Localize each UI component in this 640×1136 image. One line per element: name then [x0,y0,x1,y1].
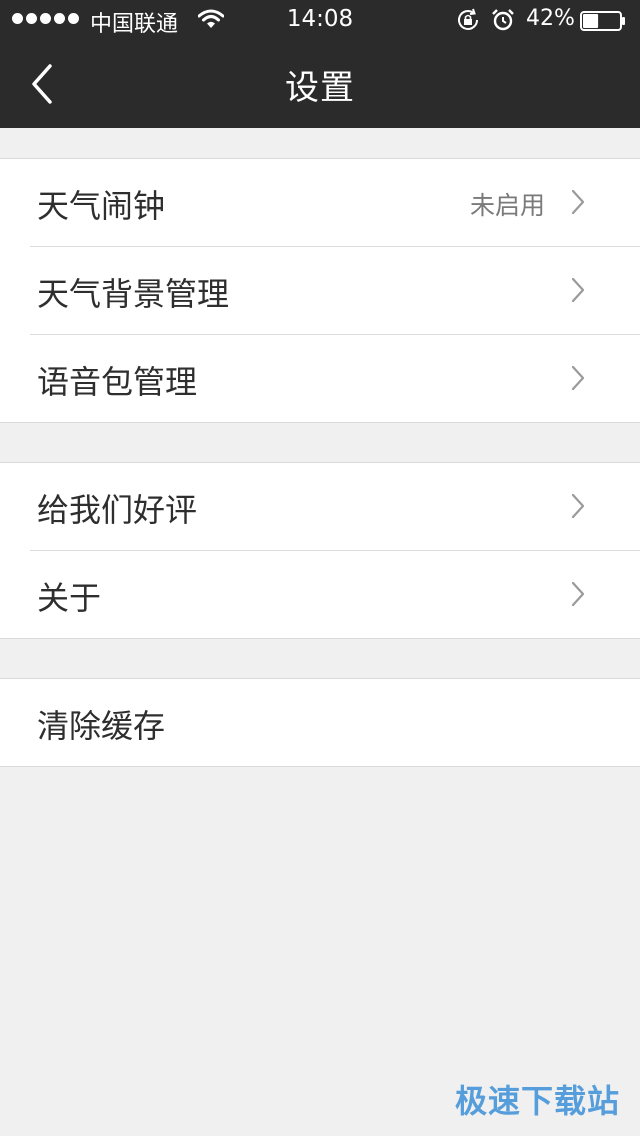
chevron-right-icon [571,189,585,215]
row-label: 给我们好评 [37,491,198,529]
row-label: 关于 [37,579,102,617]
settings-group-3: 清除缓存 [0,678,640,767]
settings-group-1: 天气闹钟 未启用 天气背景管理 语音包管理 [0,158,640,423]
chevron-right-icon [571,493,585,519]
row-about[interactable]: 关于 [30,550,640,638]
battery-percent: 42% [526,6,575,31]
row-label: 天气闹钟 [37,187,166,225]
page-title: 设置 [285,68,355,108]
row-clear-cache[interactable]: 清除缓存 [0,679,640,766]
chevron-right-icon [571,277,585,303]
row-weather-alarm[interactable]: 天气闹钟 未启用 [0,159,640,246]
battery-icon [580,11,625,31]
row-label: 清除缓存 [37,707,166,745]
row-rate-us[interactable]: 给我们好评 [0,463,640,550]
row-label: 语音包管理 [37,363,198,401]
row-voice-pack[interactable]: 语音包管理 [30,334,640,422]
watermark: 极速下载站 [454,1082,620,1120]
top-bar: 中国联通 14:08 42% 设置 [0,0,640,128]
rotation-lock-icon [456,8,480,38]
row-weather-background[interactable]: 天气背景管理 [30,246,640,334]
chevron-right-icon [571,365,585,391]
row-label: 天气背景管理 [37,275,230,313]
settings-group-2: 给我们好评 关于 [0,462,640,639]
status-bar: 中国联通 14:08 42% [0,0,640,40]
chevron-right-icon [571,581,585,607]
row-value-status: 未启用 [469,191,545,220]
alarm-icon [491,8,515,38]
